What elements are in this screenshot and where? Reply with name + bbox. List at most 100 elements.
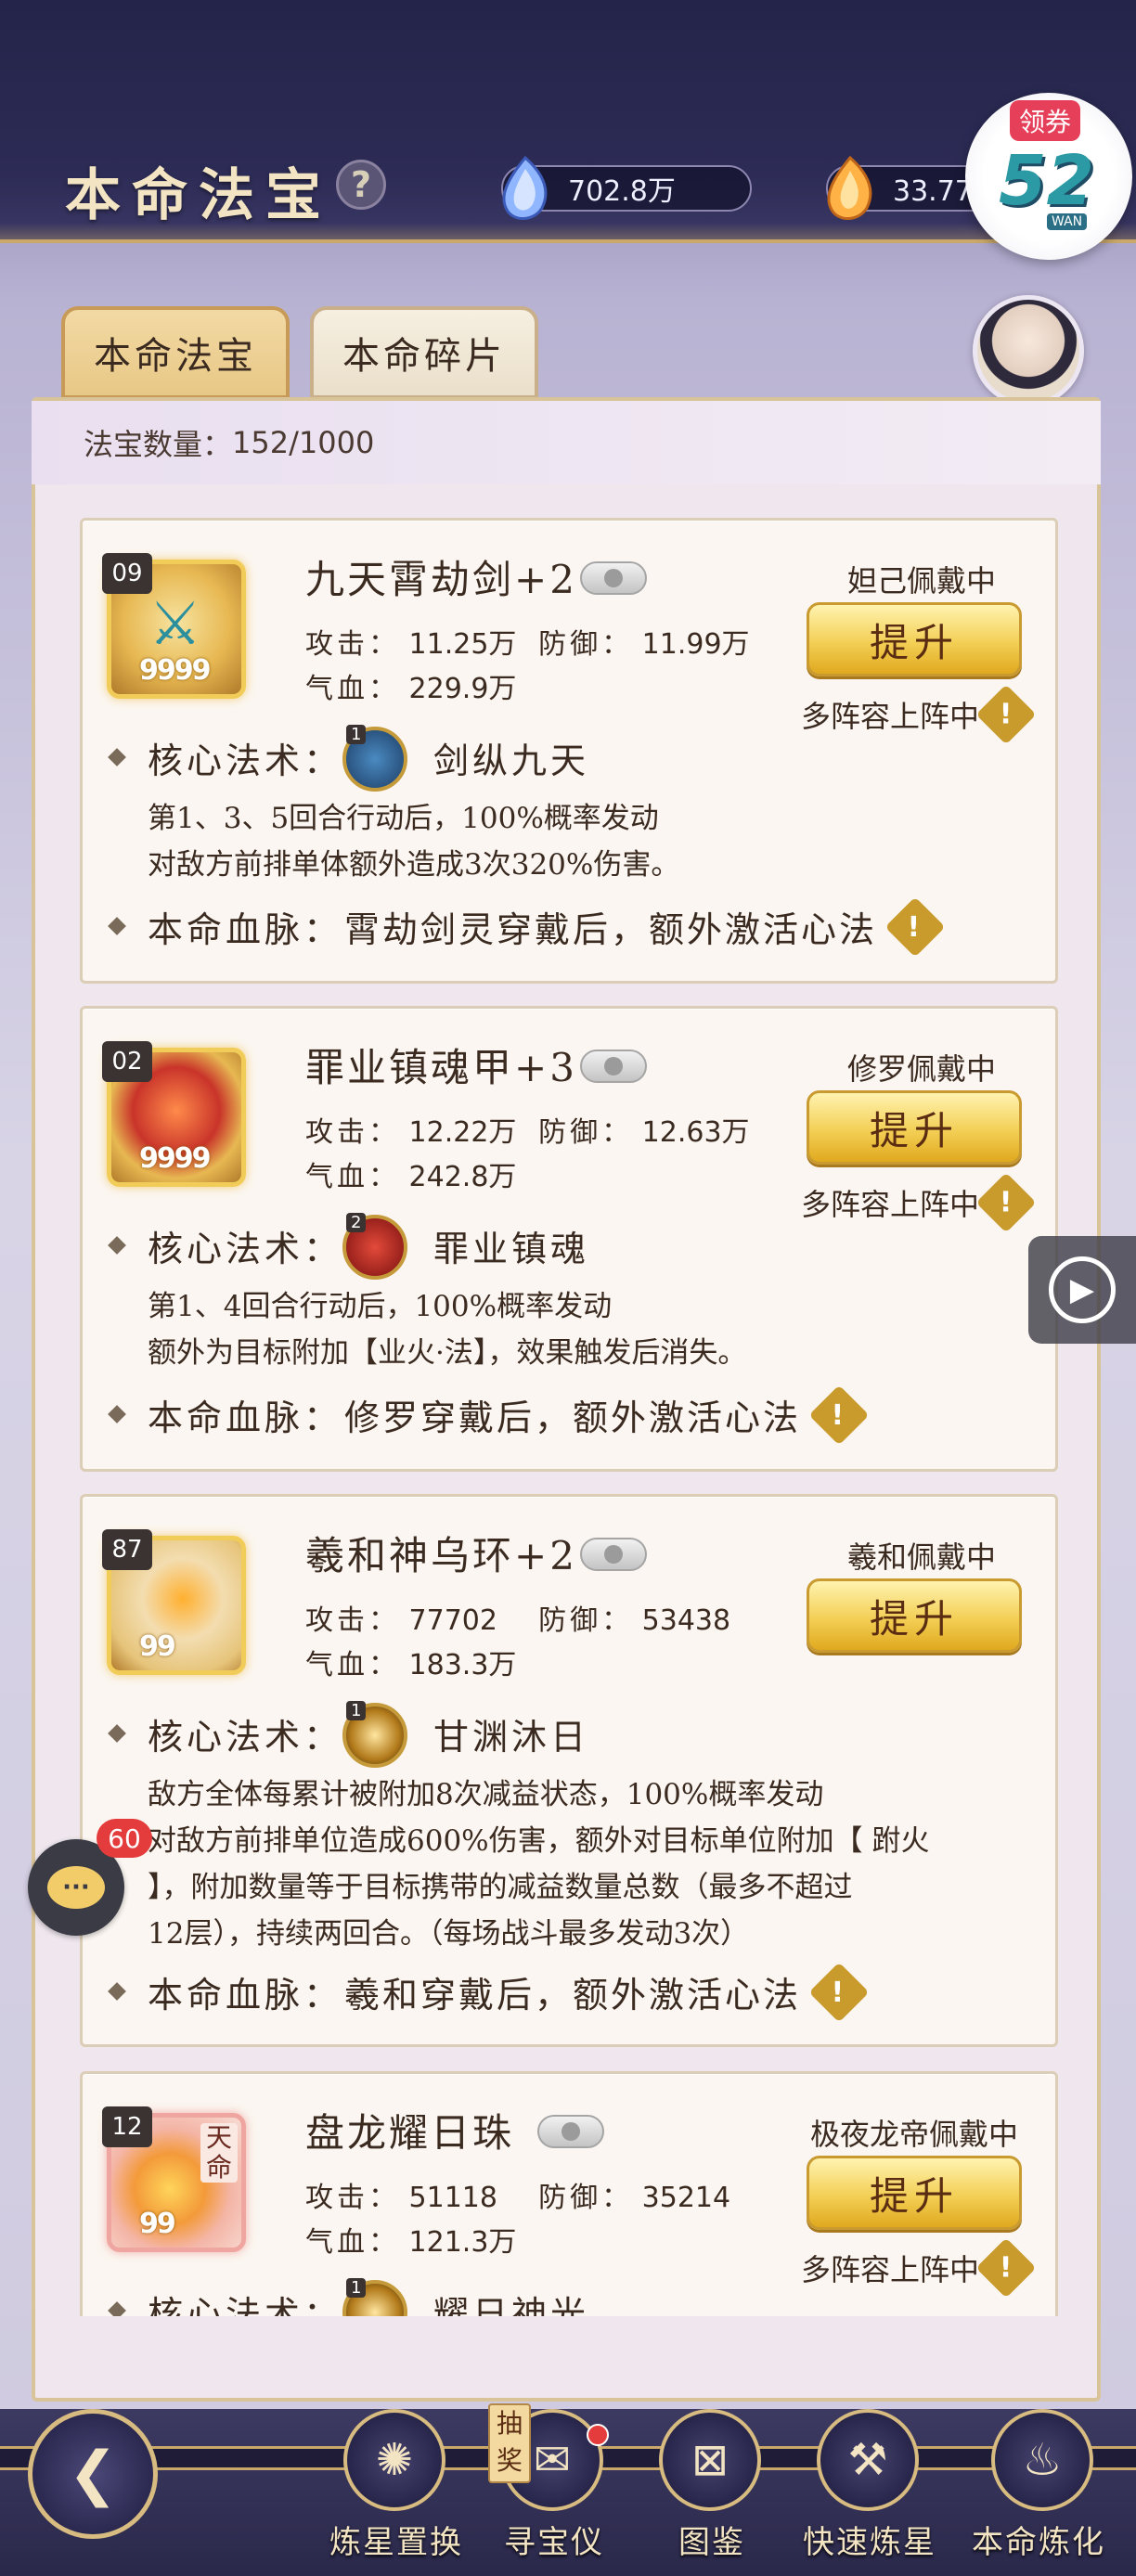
attack-value: 11.25万 (408, 628, 517, 661)
play-icon: ▶ (1049, 1256, 1116, 1323)
item-stars: 99 (139, 1630, 176, 1663)
core-skill-label: 核心法术： (148, 741, 343, 781)
multi-team-status[interactable]: 多阵容上阵中 ! (800, 1172, 1037, 1233)
desc-line: 敌方全体每累计被附加8次减益状态，100%概率发动 (148, 1778, 824, 1811)
bloodline-label: 本命血脉： (148, 909, 343, 950)
character-avatar[interactable] (973, 295, 1084, 406)
attack-label: 攻击： (305, 2182, 400, 2214)
currency-1-value: 702.8万 (568, 175, 676, 208)
help-icon[interactable]: ? (336, 160, 386, 210)
flame-crystal-icon (827, 156, 872, 220)
bloodline-row[interactable]: 霄劫剑灵穿戴后，额外激活心法 ! (344, 895, 946, 958)
bloodline-label: 本命血脉： (148, 1975, 343, 2016)
lock-icon[interactable] (537, 2115, 604, 2148)
currency-spirit-crystal[interactable]: 702.8万 (501, 156, 752, 220)
attack-value: 77702 (408, 1604, 497, 1637)
attack-label: 攻击： (305, 1604, 400, 1637)
warning-icon[interactable]: ! (808, 1384, 870, 1446)
skill-icon[interactable]: 1 (342, 1701, 407, 1768)
video-replay-button[interactable]: ▶ (1028, 1236, 1136, 1344)
treasure-item-icon[interactable]: 87 99 (102, 1529, 246, 1675)
bloodline-text: 霄劫剑灵穿戴后，额外激活心法 (344, 909, 878, 950)
skill-number: 1 (346, 725, 367, 744)
chat-unread-badge: 60 (97, 1819, 152, 1858)
item-stat-line-1: 攻击： 11.25万 防御： 11.99万 (305, 621, 750, 662)
warning-icon[interactable]: ! (975, 1172, 1037, 1233)
hp-value: 242.8万 (408, 1161, 517, 1193)
desc-line: 第1、3、5回合行动后，100%概率发动 (148, 802, 659, 835)
desc-line: 12层），持续两回合。（每场战斗最多发动3次） (148, 1917, 750, 1951)
cauldron-icon: ♨ (991, 2409, 1093, 2511)
bloodline-row[interactable]: 羲和穿戴后，额外激活心法 ! (344, 1961, 870, 2023)
wearer-status: 修罗佩戴中 (846, 1051, 996, 1087)
core-skill-label: 核心法术： (148, 1229, 343, 1269)
treasure-item-icon[interactable]: 02 9999 (102, 1041, 246, 1187)
skill-icon[interactable]: 2 (342, 1213, 407, 1280)
treasure-card[interactable]: ⚔ 09 9999 九天霄劫剑+2 攻击： 11.25万 防御： 11.99万 … (80, 518, 1058, 984)
treasure-item-icon[interactable]: ⚔ 09 9999 (102, 553, 246, 699)
nav-star-swap[interactable]: ✺ 炼星置换 (308, 2409, 475, 2576)
star-swap-icon: ✺ (343, 2409, 445, 2511)
diamond-bullet-icon (108, 917, 126, 935)
item-stat-line-2: 气血： 121.3万 (305, 2219, 516, 2260)
nav-label: 快速炼星 (803, 2524, 936, 2561)
skill-icon[interactable]: 1 (342, 725, 407, 792)
skill-name: 耀日神光 (433, 2294, 590, 2316)
item-name: 盘龙耀日珠 (305, 2110, 515, 2156)
upgrade-button[interactable]: 提升 (807, 2156, 1022, 2230)
lottery-tag: 抽奖 (488, 2403, 531, 2483)
nav-label: 本命炼化 (972, 2524, 1105, 2561)
tab-natal-treasure[interactable]: 本命法宝 (61, 306, 290, 399)
item-stat-line-1: 攻击： 51118 防御： 35214 (305, 2174, 730, 2215)
skill-number: 2 (346, 1213, 367, 1232)
item-stat-line-2: 气血： 229.9万 (305, 665, 516, 706)
item-level: 02 (102, 1041, 152, 1082)
coupon-ad-badge[interactable]: 领券 52 WAN (965, 93, 1132, 260)
multi-team-label: 多阵容上阵中 (800, 699, 979, 734)
warning-icon[interactable]: ! (884, 895, 946, 958)
skill-number: 1 (346, 2278, 367, 2298)
attack-label: 攻击： (305, 1116, 400, 1149)
lock-icon[interactable] (580, 561, 647, 595)
skill-icon[interactable]: 1 (342, 2278, 407, 2316)
treasure-list[interactable]: ⚔ 09 9999 九天霄劫剑+2 攻击： 11.25万 防御： 11.99万 … (56, 492, 1077, 2316)
diamond-bullet-icon (108, 748, 126, 766)
nav-codex[interactable]: ⊠ 图鉴 (624, 2409, 791, 2576)
attack-label: 攻击： (305, 628, 400, 661)
nav-natal-refine[interactable]: ♨ 本命炼化 (956, 2409, 1132, 2576)
defense-value: 11.99万 (641, 628, 750, 661)
sword-icon: ⚔ (148, 590, 202, 659)
skill-name: 罪业镇魂 (433, 1229, 590, 1269)
defense-value: 12.63万 (641, 1116, 750, 1149)
warning-icon[interactable]: ! (808, 1961, 870, 2023)
back-button[interactable]: ❮ (28, 2409, 158, 2539)
item-stat-line-1: 攻击： 77702 防御： 53438 (305, 1597, 730, 1638)
defense-value: 53438 (641, 1604, 731, 1637)
core-skill-label: 核心法术： (148, 1717, 343, 1758)
nav-label: 图鉴 (678, 2524, 745, 2561)
multi-team-status[interactable]: 多阵容上阵中 ! (801, 2237, 1037, 2299)
treasure-card[interactable]: 12 天命 99 盘龙耀日珠 攻击： 51118 防御： 35214 气血： 1… (80, 2071, 1058, 2316)
treasure-count-label: 法宝数量： (84, 427, 233, 462)
upgrade-button[interactable]: 提升 (807, 602, 1022, 676)
skill-number: 1 (346, 1701, 367, 1720)
hp-label: 气血： (305, 2226, 400, 2259)
hp-label: 气血： (305, 1161, 400, 1193)
item-stars: 9999 (139, 1142, 211, 1175)
item-stars: 99 (139, 2208, 176, 2240)
multi-team-label: 多阵容上阵中 (800, 1187, 979, 1222)
treasure-card[interactable]: 02 9999 罪业镇魂甲+3 攻击： 12.22万 防御： 12.63万 气血… (80, 1006, 1058, 1472)
bloodline-row[interactable]: 修罗穿戴后，额外激活心法 ! (344, 1384, 870, 1446)
treasure-item-icon[interactable]: 12 天命 99 (102, 2106, 246, 2252)
warning-icon[interactable]: ! (975, 684, 1037, 745)
warning-icon[interactable]: ! (975, 2237, 1037, 2299)
desc-line: 第1、4回合行动后，100%概率发动 (148, 1290, 613, 1323)
upgrade-button[interactable]: 提升 (807, 1578, 1022, 1653)
nav-quick-refine[interactable]: ⚒ 快速炼星 (781, 2409, 949, 2576)
tab-natal-fragments[interactable]: 本命碎片 (310, 306, 538, 399)
lock-icon[interactable] (580, 1538, 647, 1571)
treasure-card[interactable]: 87 99 羲和神乌环+2 攻击： 77702 防御： 53438 气血： 18… (80, 1494, 1058, 2047)
lock-icon[interactable] (580, 1050, 647, 1083)
upgrade-button[interactable]: 提升 (807, 1090, 1022, 1165)
multi-team-status[interactable]: 多阵容上阵中 ! (800, 684, 1037, 745)
